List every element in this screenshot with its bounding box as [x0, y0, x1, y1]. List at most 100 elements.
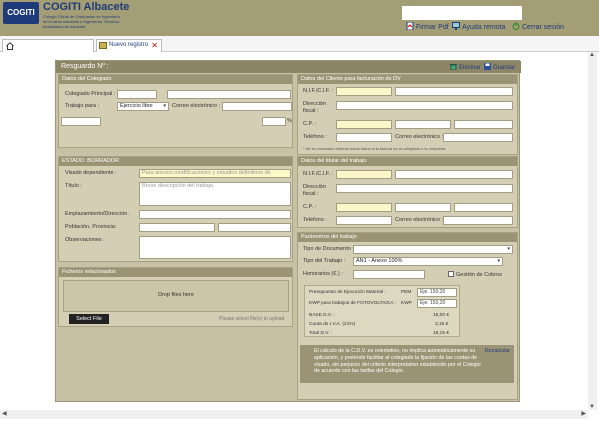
parametros-title: Parámetros del trabajo — [298, 233, 517, 242]
emplazamiento-label: Emplazamiento/Dirección : — [65, 211, 131, 217]
honorarios-label: Honorarios (€.) : — [303, 271, 343, 277]
logo-subtitle: Colegio Oficial de Graduados en Ingenier… — [43, 14, 120, 29]
titular-cp-input[interactable] — [336, 203, 392, 212]
select-file-button[interactable]: Select File — [69, 314, 109, 324]
tab-home[interactable] — [2, 39, 94, 52]
cliente-email-label: Correo electrónico : — [395, 134, 443, 140]
logout-label: Cerrar sesión — [522, 24, 565, 31]
tipo-trabajo-select[interactable]: AN1 - Anexo 100% ▾ — [353, 257, 503, 266]
upload-hint: Please select file(s) to upload — [219, 316, 285, 322]
titular-email-input[interactable] — [443, 216, 513, 225]
titular-title: Datos del titular del trabajo — [298, 157, 517, 166]
titular-cp-label: C.P. : — [303, 204, 317, 210]
cliente-email-input[interactable] — [443, 133, 513, 142]
resguardo-form: Resguardo Nº : Eliminar Guardar Datos de… — [55, 60, 521, 402]
colegiado-name-input[interactable] — [167, 90, 291, 99]
emplazamiento-input[interactable] — [139, 210, 291, 219]
pem-code: PEM — [401, 290, 412, 295]
colegiado-panel: Datos del Colegiado Colegiado Principal … — [58, 74, 293, 148]
titular-telefono-input[interactable] — [336, 216, 392, 225]
base-label: BASE D.V. : — [309, 313, 335, 318]
percentage-sign: % — [287, 118, 292, 124]
observaciones-textarea[interactable] — [139, 236, 291, 259]
titular-nif-input[interactable] — [336, 170, 392, 179]
logo-title: COGITI Albacete — [43, 1, 130, 13]
cogiti-logo[interactable]: COGITI COGITI Albacete Colegio Oficial d… — [3, 1, 129, 34]
ficheros-title: Ficheros relacionados — [59, 268, 292, 277]
scroll-right-icon[interactable]: ▶ — [581, 410, 586, 417]
power-icon — [512, 22, 520, 30]
total-label: Total D.V. : — [309, 331, 333, 336]
titulo-label: Título : — [65, 183, 82, 189]
titular-provincia-input[interactable] — [454, 203, 513, 212]
cliente-direccion-input[interactable] — [336, 101, 513, 110]
tab-new-record[interactable]: Nuevo registro ✕ — [96, 39, 162, 52]
cliente-telefono-input[interactable] — [336, 133, 392, 142]
header-user-box — [402, 6, 522, 20]
scroll-down-icon[interactable]: ▼ — [589, 404, 595, 410]
vertical-scrollbar[interactable]: ▲ ▼ — [588, 52, 597, 410]
parametros-panel: Parámetros del trabajo Tipo de Documento… — [297, 232, 518, 400]
pem-label: Presupuesto de Ejecución Material : — [309, 290, 386, 295]
chevron-down-icon: ▾ — [507, 246, 510, 252]
gestion-cobros-checkbox[interactable] — [448, 271, 454, 277]
total-value: 18,15 € — [433, 331, 450, 336]
gestion-cobros-label: Gestión de Cobros — [456, 272, 502, 278]
pem-input[interactable]: Eje. 150,20 — [417, 288, 457, 297]
provincia-input[interactable] — [218, 223, 291, 232]
iva-value: 3,15 € — [435, 322, 449, 327]
delete-button[interactable]: Eliminar — [450, 63, 481, 71]
colegiado-principal-input[interactable] — [117, 90, 157, 99]
estado-panel: ESTADO :BORRADOR Visado dependiente : Pa… — [58, 156, 293, 262]
colegiado-extra-input[interactable] — [61, 117, 101, 126]
cliente-provincia-input[interactable] — [454, 120, 513, 129]
scroll-up-icon[interactable]: ▲ — [589, 52, 595, 58]
titular-nombre-input[interactable] — [395, 170, 513, 179]
titular-telefono-label: Teléfono : — [303, 217, 327, 223]
file-drop-zone[interactable]: Drop files here — [63, 280, 289, 312]
kwp-code: KWP — [401, 301, 412, 306]
titular-panel: Datos del titular del trabajo N.I.F./C.I… — [297, 156, 518, 228]
cliente-cp-input[interactable] — [336, 120, 392, 129]
cliente-nombre-input[interactable] — [395, 87, 513, 96]
tipo-trabajo-label: Tipo del Trabajo : — [303, 258, 346, 264]
visado-placeholder: Para anexos,modificaciones y estudios de… — [142, 170, 271, 176]
poblacion-label: Población, Provincia: — [65, 224, 117, 230]
sign-pdf-label: Firmar Pdf — [416, 24, 449, 31]
colegiado-email-input[interactable] — [222, 102, 292, 111]
drop-files-text: Drop files here — [158, 292, 194, 298]
cliente-cp-label: C.P. : — [303, 121, 317, 127]
remote-help-link[interactable]: Ayuda remota — [452, 22, 505, 31]
titular-direccion-input[interactable] — [336, 184, 513, 193]
horizontal-scrollbar[interactable]: ◀ ▶ — [0, 410, 588, 419]
kwp-input[interactable]: Eje. 150,20 — [417, 299, 457, 308]
save-icon — [484, 63, 491, 70]
honorarios-input[interactable] — [353, 270, 425, 279]
cliente-nif-input[interactable] — [336, 87, 392, 96]
titular-nif-label: N.I.F./C.I.F. : — [303, 171, 334, 177]
save-button[interactable]: Guardar — [484, 63, 515, 71]
titular-poblacion-input[interactable] — [395, 203, 451, 212]
trabajo-para-select[interactable]: Ejercicio libre ▾ — [117, 102, 169, 111]
trabajo-para-value: Ejercicio libre — [120, 103, 153, 109]
cliente-panel: Datos del Cliente para facturación de DV… — [297, 74, 518, 155]
scroll-left-icon[interactable]: ◀ — [2, 410, 7, 417]
colegiado-title: Datos del Colegiado — [59, 75, 292, 84]
titular-direccion-label: Dirección fiscal : — [303, 184, 326, 197]
poblacion-input[interactable] — [139, 223, 215, 232]
close-tab-icon[interactable]: ✕ — [151, 40, 158, 51]
sign-pdf-link[interactable]: Firmar Pdf — [406, 22, 449, 31]
recalcular-link[interactable]: Recalcular — [485, 348, 510, 355]
colegiado-principal-label: Colegiado Principal : — [65, 91, 116, 97]
cliente-poblacion-input[interactable] — [395, 120, 451, 129]
percentage-input[interactable] — [262, 117, 286, 126]
tipo-documento-select[interactable]: ▾ — [353, 245, 513, 254]
chevron-down-icon: ▾ — [497, 258, 500, 264]
visado-dependiente-input[interactable]: Para anexos,modificaciones y estudios de… — [139, 169, 291, 178]
logout-link[interactable]: Cerrar sesión — [512, 22, 564, 31]
titulo-textarea[interactable]: Breve descripción del trabajo. — [139, 182, 291, 206]
tipo-documento-label: Tipo de Documento : — [303, 246, 354, 252]
observaciones-label: Observaciones : — [65, 237, 105, 243]
monitor-icon — [452, 22, 460, 30]
gestion-cobros[interactable]: Gestión de Cobros — [448, 271, 502, 278]
